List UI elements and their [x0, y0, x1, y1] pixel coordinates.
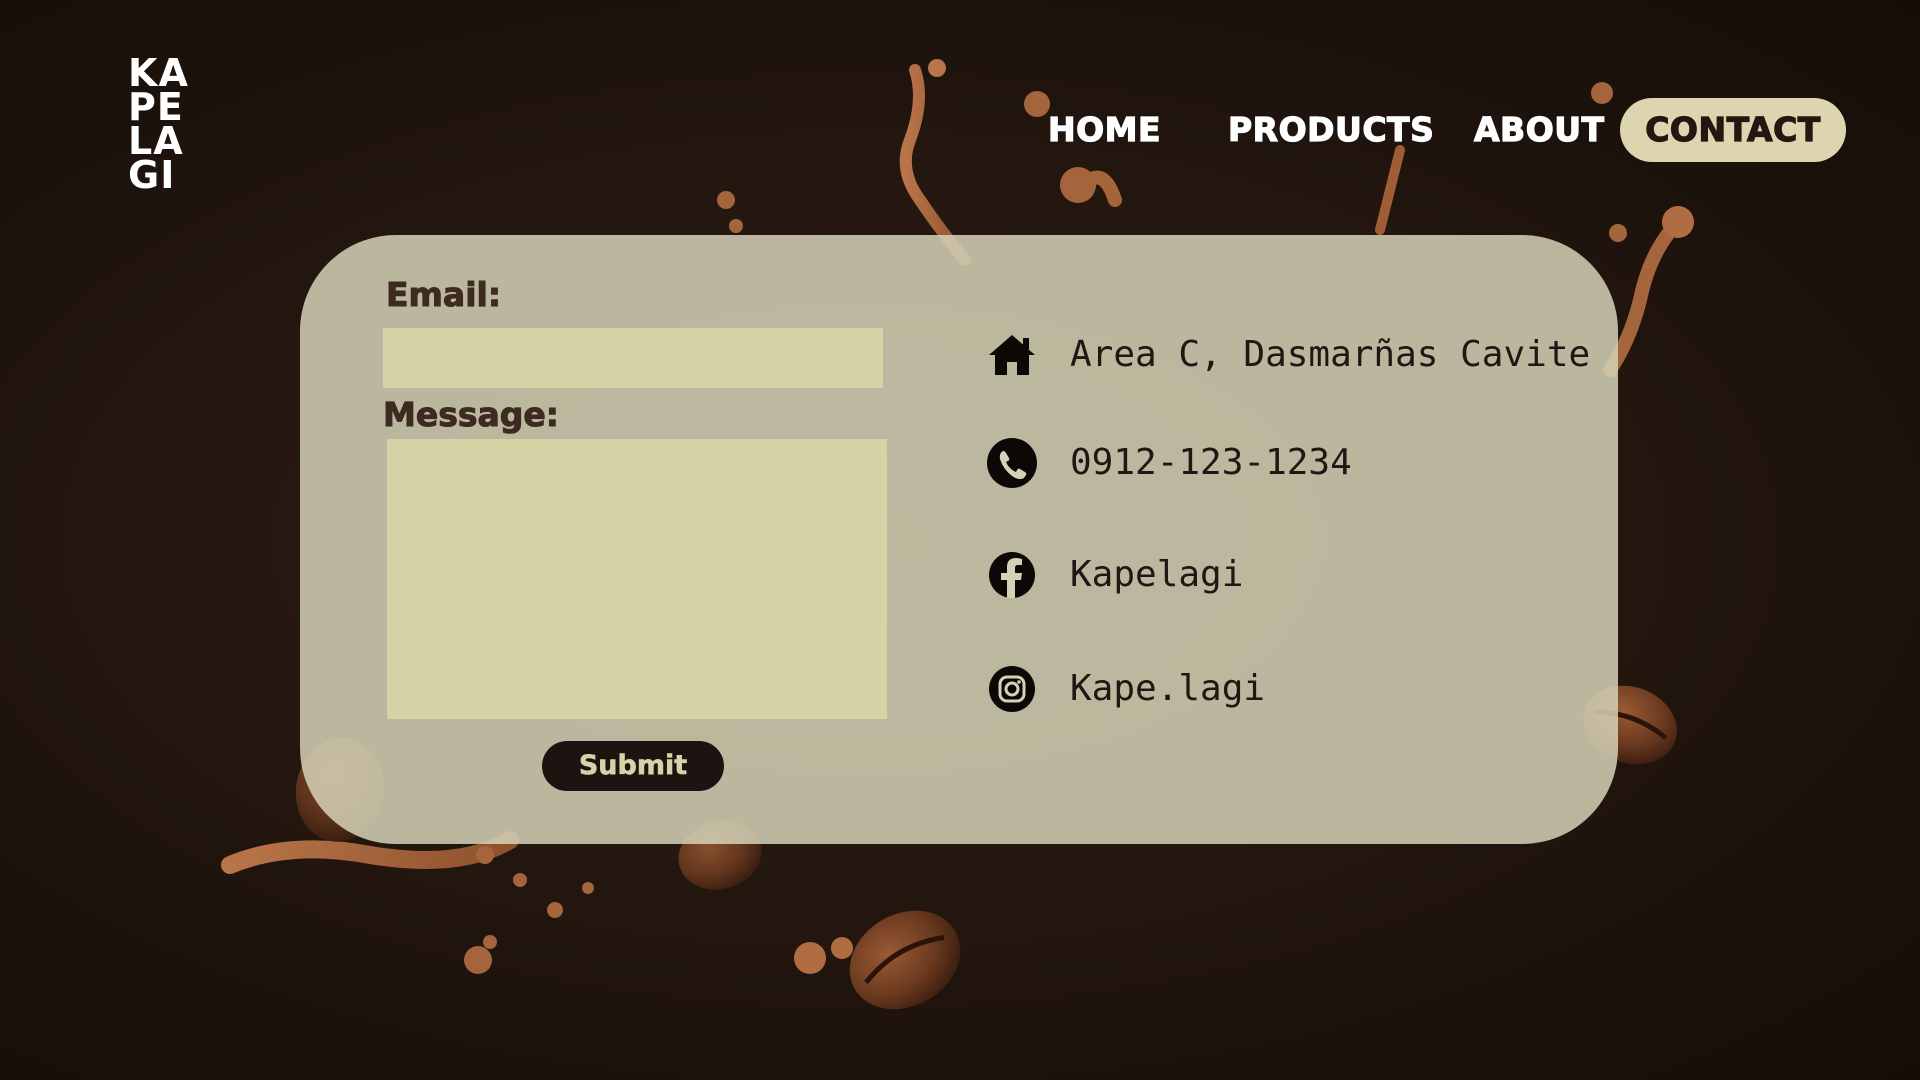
- home-icon: [989, 335, 1035, 375]
- instagram-text: Kape.lagi: [1070, 668, 1266, 709]
- main-nav: HOME PRODUCTS ABOUT CONTACT: [1020, 98, 1850, 162]
- kapelagi-logo[interactable]: KA PE LA GI: [128, 54, 188, 197]
- email-input[interactable]: [383, 328, 883, 388]
- nav-home[interactable]: HOME: [1047, 98, 1161, 162]
- phone-icon: [987, 438, 1037, 488]
- instagram-row[interactable]: Kape.lagi: [986, 661, 1586, 717]
- contact-card: Email: Message: Submit Area C, Dasmarñas…: [300, 235, 1618, 844]
- message-textarea[interactable]: [387, 439, 887, 719]
- nav-contact[interactable]: CONTACT: [1620, 98, 1846, 162]
- facebook-row[interactable]: Kapelagi: [986, 547, 1586, 603]
- facebook-icon: [989, 552, 1035, 598]
- message-label: Message:: [383, 395, 560, 435]
- instagram-icon: [989, 666, 1035, 712]
- phone-text: 0912-123-1234: [1070, 442, 1352, 483]
- address-row: Area C, Dasmarñas Cavite: [986, 327, 1590, 383]
- logo-line-4: GI: [128, 153, 176, 197]
- nav-products[interactable]: PRODUCTS: [1227, 98, 1434, 162]
- phone-row: 0912-123-1234: [986, 435, 1586, 491]
- submit-button[interactable]: Submit: [542, 741, 724, 791]
- nav-about[interactable]: ABOUT: [1473, 98, 1604, 162]
- email-label: Email:: [385, 275, 502, 315]
- facebook-text: Kapelagi: [1070, 554, 1244, 595]
- address-text: Area C, Dasmarñas Cavite: [1070, 334, 1591, 375]
